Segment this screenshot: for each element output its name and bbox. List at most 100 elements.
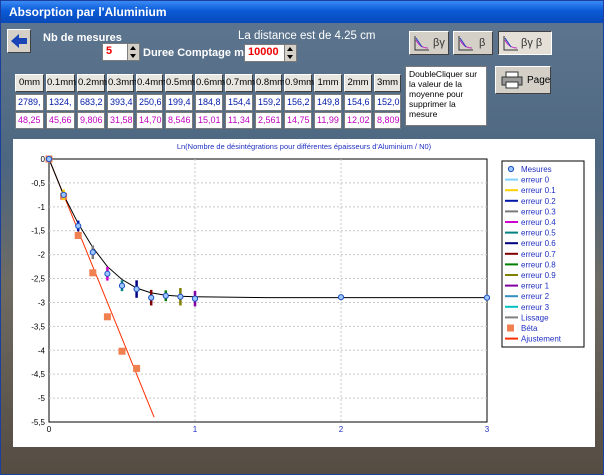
- column-button-10[interactable]: 1mm: [314, 74, 342, 92]
- mesure-point: [104, 270, 111, 277]
- page-button-label: Page: [527, 75, 551, 86]
- column-button-4[interactable]: 0.4mm: [136, 74, 166, 92]
- mesure-cell-10[interactable]: 149,8: [314, 94, 342, 111]
- beta-point: [74, 232, 82, 240]
- y-tick-label: -3: [38, 298, 46, 307]
- mesure-cell-12[interactable]: 152,0: [374, 94, 401, 111]
- mesure-point: [191, 295, 199, 302]
- mesure-cell-0[interactable]: 2789,: [15, 94, 44, 111]
- y-tick-label: -1,5: [31, 227, 45, 236]
- page-button[interactable]: Page: [495, 66, 551, 94]
- mesure-cell-11[interactable]: 154,6: [344, 94, 372, 111]
- mesure-cell-1[interactable]: 1324,: [46, 94, 75, 111]
- mesure-cell-9[interactable]: 156,2: [284, 94, 312, 111]
- erreur-cell-3: 31,58: [107, 112, 134, 129]
- column-button-2[interactable]: 0.2mm: [77, 74, 107, 92]
- erreur-cell-2: 9,806: [77, 112, 105, 129]
- legend-entry: erreur 0.9: [521, 271, 556, 280]
- chart-panel: Ln(Nombre de désintégrations pour différ…: [13, 139, 595, 447]
- x-tick-label: 0: [47, 425, 52, 434]
- mesure-point: [45, 155, 53, 163]
- mesure-point: [75, 222, 82, 230]
- y-tick-label: -3,5: [31, 322, 45, 331]
- mesure-cell-7[interactable]: 154,4: [225, 94, 253, 111]
- column-button-0[interactable]: 0mm: [15, 74, 44, 92]
- chart-icon: [503, 36, 518, 51]
- legend-entry: Béta: [521, 324, 538, 333]
- plot-area: [48, 158, 488, 423]
- column-button-7[interactable]: 0.7mm: [225, 74, 255, 92]
- column-button-6[interactable]: 0.6mm: [195, 74, 225, 92]
- legend-entry: erreur 0.1: [521, 186, 556, 195]
- column-button-9[interactable]: 0.9mm: [284, 74, 314, 92]
- beta-point: [133, 364, 141, 372]
- view-beta-gamma-label: βγ: [433, 37, 445, 49]
- legend-marker: [507, 165, 515, 173]
- legend-entry: Ajustement: [521, 335, 562, 344]
- y-tick-label: -2: [38, 251, 46, 260]
- chart-title: Ln(Nombre de désintégrations pour différ…: [177, 142, 432, 151]
- erreur-cell-0: 48,25: [15, 112, 44, 129]
- spin-up-icon[interactable]: [285, 45, 296, 53]
- info-instruction: DoubleCliquer sur la valeur de la moyenn…: [405, 66, 487, 126]
- legend-entry: erreur 2: [521, 292, 550, 301]
- mesure-point: [483, 294, 491, 301]
- erreur-cell-9: 14,75: [284, 112, 312, 129]
- title-bar: Absorption par l'Aluminium: [1, 1, 603, 23]
- mesure-cell-2[interactable]: 683,2: [77, 94, 105, 111]
- y-tick-label: -1: [38, 203, 46, 212]
- legend-entry: erreur 0.8: [521, 260, 556, 269]
- view-beta-label: β: [479, 37, 486, 49]
- column-button-3[interactable]: 0.3mm: [107, 74, 137, 92]
- y-tick-label: -5,5: [31, 418, 45, 427]
- spin-down-icon[interactable]: [285, 53, 296, 61]
- mesure-cell-8[interactable]: 159,2: [255, 94, 282, 111]
- column-button-8[interactable]: 0.8mm: [255, 74, 285, 92]
- back-button[interactable]: [7, 29, 31, 53]
- erreur-cell-6: 15,01: [195, 112, 223, 129]
- erreur-cell-10: 11,99: [314, 112, 342, 129]
- main-window: Absorption par l'Aluminium Nb de mesures…: [0, 0, 604, 475]
- beta-point: [89, 269, 97, 277]
- y-tick-label: -2,5: [31, 275, 45, 284]
- mesure-cell-3[interactable]: 393,4: [107, 94, 134, 111]
- mesure-point: [133, 285, 140, 293]
- erreur-cell-1: 45,66: [46, 112, 75, 129]
- duree-comptage-stepper[interactable]: 10000: [244, 44, 297, 62]
- beta-point: [103, 313, 111, 321]
- nb-mesures-stepper[interactable]: 5: [102, 43, 140, 61]
- legend-entry: erreur 0: [521, 176, 550, 185]
- legend-entry: erreur 0.5: [521, 229, 556, 238]
- mesure-cell-4[interactable]: 250,6: [136, 94, 163, 111]
- x-tick-label: 2: [339, 425, 344, 434]
- duree-comptage-label: Duree Comptage ms: [143, 47, 250, 59]
- y-tick-label: -4,5: [31, 370, 45, 379]
- spin-down-icon[interactable]: [128, 52, 139, 60]
- y-tick-label: -0,5: [31, 179, 45, 188]
- view-beta-gamma-button[interactable]: βγ: [409, 31, 449, 55]
- erreur-cell-4: 14,70: [136, 112, 163, 129]
- erreur-cell-11: 12,02: [344, 112, 372, 129]
- column-button-1[interactable]: 0.1mm: [46, 74, 76, 92]
- legend-entry: Mesures: [521, 165, 552, 174]
- nb-mesures-value: 5: [106, 45, 113, 57]
- legend-entry: erreur 0.3: [521, 207, 556, 216]
- y-tick-label: -4: [38, 346, 46, 355]
- erreur-cell-5: 8,546: [165, 112, 193, 129]
- mesure-point: [337, 294, 345, 301]
- view-beta-button[interactable]: β: [453, 31, 493, 55]
- column-button-11[interactable]: 2mm: [344, 74, 372, 92]
- window-title: Absorption par l'Aluminium: [9, 5, 167, 19]
- chart-icon: [414, 36, 429, 51]
- column-button-5[interactable]: 0.5mm: [165, 74, 195, 92]
- distance-text: La distance est de 4.25 cm: [238, 30, 376, 42]
- spin-up-icon[interactable]: [128, 44, 139, 52]
- mesure-cell-6[interactable]: 184,8: [195, 94, 223, 111]
- legend-entry: erreur 0.7: [521, 250, 556, 259]
- legend-marker: [507, 324, 514, 332]
- x-tick-label: 3: [485, 425, 490, 434]
- mesure-cell-5[interactable]: 199,4: [165, 94, 193, 111]
- legend-entry: erreur 3: [521, 303, 550, 312]
- view-beta-gamma-beta-button[interactable]: βγ β: [498, 31, 552, 55]
- column-button-12[interactable]: 3mm: [374, 74, 401, 92]
